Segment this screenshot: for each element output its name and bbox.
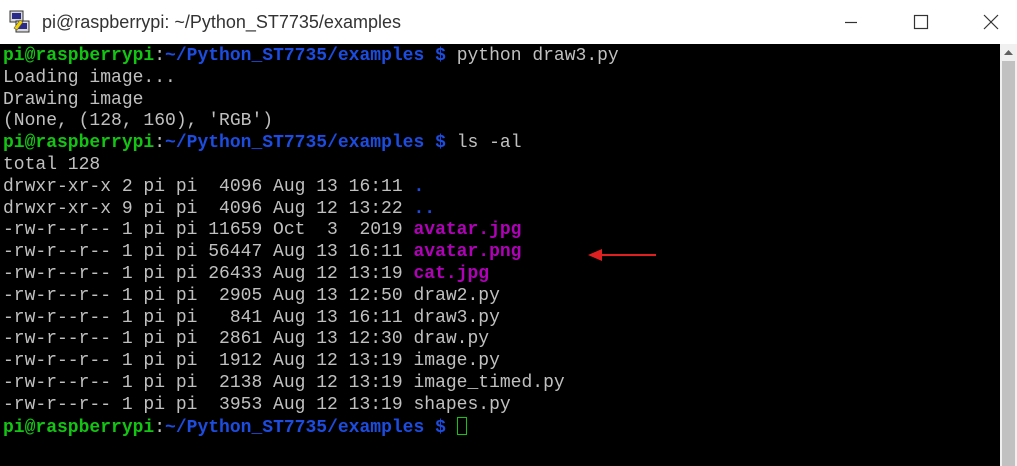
command-text: python draw3.py xyxy=(445,46,619,66)
prompt-colon: : xyxy=(154,46,166,66)
prompt-path: ~/Python_ST7735/examples $ xyxy=(165,46,446,66)
file-name: draw.py xyxy=(413,329,490,350)
prompt-path: ~/Python_ST7735/examples $ xyxy=(165,417,446,438)
file-name: image_timed.py xyxy=(413,372,565,393)
listing-row: -rw-r--r-- 1 pi pi 3953 Aug 12 13:19 sha… xyxy=(3,395,619,417)
output-line: (None, (128, 160), 'RGB') xyxy=(3,111,274,132)
file-meta: -rw-r--r-- 1 pi pi 2861 Aug 13 12:30 xyxy=(3,329,414,350)
file-name: avatar.jpg xyxy=(413,220,522,241)
scrollbar-thumb[interactable] xyxy=(1002,61,1015,466)
prompt-colon: : xyxy=(154,133,166,154)
prompt-line: pi@raspberrypi:~/Python_ST7735/examples … xyxy=(3,46,619,68)
file-name: draw3.py xyxy=(413,307,500,328)
file-meta: -rw-r--r-- 1 pi pi 2905 Aug 13 12:50 xyxy=(3,285,414,306)
file-name: image.py xyxy=(413,351,500,372)
file-meta: -rw-r--r-- 1 pi pi 3953 Aug 12 13:19 xyxy=(3,394,414,415)
maximize-icon xyxy=(913,14,929,30)
output-line: total 128 xyxy=(3,154,101,175)
window-title: pi@raspberrypi: ~/Python_ST7735/examples xyxy=(42,12,401,32)
file-meta: -rw-r--r-- 1 pi pi 841 Aug 13 16:11 xyxy=(3,307,414,328)
minimize-button[interactable] xyxy=(826,0,876,44)
prompt-path: ~/Python_ST7735/examples $ xyxy=(165,133,446,154)
file-name: shapes.py xyxy=(413,394,511,415)
prompt-line: pi@raspberrypi:~/Python_ST7735/examples … xyxy=(3,133,619,155)
prompt-colon: : xyxy=(154,417,166,438)
file-name: avatar.png xyxy=(413,242,522,263)
annotation-arrow-icon xyxy=(588,249,656,261)
title-bar: pi@raspberrypi: ~/Python_ST7735/examples xyxy=(0,0,1017,44)
output-line: Drawing image xyxy=(3,89,144,110)
close-button[interactable] xyxy=(966,0,1016,44)
listing-row: -rw-r--r-- 1 pi pi 26433 Aug 12 13:19 ca… xyxy=(3,264,619,286)
file-meta: -rw-r--r-- 1 pi pi 56447 Aug 13 16:11 xyxy=(3,242,414,263)
putty-icon[interactable] xyxy=(8,10,32,34)
file-name: draw2.py xyxy=(413,285,500,306)
listing-row: drwxr-xr-x 9 pi pi 4096 Aug 12 13:22 .. xyxy=(3,199,619,221)
listing-row: -rw-r--r-- 1 pi pi 56447 Aug 13 16:11 av… xyxy=(3,242,619,264)
file-meta: -rw-r--r-- 1 pi pi 1912 Aug 12 13:19 xyxy=(3,351,414,372)
terminal-area[interactable]: pi@raspberrypi:~/Python_ST7735/examples … xyxy=(0,44,1000,466)
listing-row: -rw-r--r-- 1 pi pi 2905 Aug 13 12:50 dra… xyxy=(3,286,619,308)
prompt-user: pi@raspberrypi xyxy=(3,133,155,154)
close-icon xyxy=(983,14,999,30)
maximize-button[interactable] xyxy=(896,0,946,44)
prompt-user: pi@raspberrypi xyxy=(3,417,155,438)
listing-row: -rw-r--r-- 1 pi pi 1912 Aug 12 13:19 ima… xyxy=(3,351,619,373)
file-name: .. xyxy=(413,198,436,219)
file-name: . xyxy=(413,176,425,197)
scroll-up-arrow-icon[interactable] xyxy=(1000,44,1017,61)
file-meta: -rw-r--r-- 1 pi pi 2138 Aug 12 13:19 xyxy=(3,372,414,393)
file-meta: drwxr-xr-x 2 pi pi 4096 Aug 13 16:11 xyxy=(3,176,414,197)
file-meta: drwxr-xr-x 9 pi pi 4096 Aug 12 13:22 xyxy=(3,198,414,219)
listing-row: -rw-r--r-- 1 pi pi 2861 Aug 13 12:30 dra… xyxy=(3,329,619,351)
prompt-line: pi@raspberrypi:~/Python_ST7735/examples … xyxy=(3,416,619,439)
listing-row: -rw-r--r-- 1 pi pi 2138 Aug 12 13:19 ima… xyxy=(3,373,619,395)
listing-row: drwxr-xr-x 2 pi pi 4096 Aug 13 16:11 . xyxy=(3,177,619,199)
output-line: Loading image... xyxy=(3,67,176,88)
file-meta: -rw-r--r-- 1 pi pi 11659 Oct 3 2019 xyxy=(3,220,414,241)
text-cursor xyxy=(456,416,467,435)
file-meta: -rw-r--r-- 1 pi pi 26433 Aug 12 13:19 xyxy=(3,263,414,284)
listing-row: -rw-r--r-- 1 pi pi 841 Aug 13 16:11 draw… xyxy=(3,308,619,330)
prompt-user: pi@raspberrypi xyxy=(3,46,155,66)
listing-row: -rw-r--r-- 1 pi pi 11659 Oct 3 2019 avat… xyxy=(3,220,619,242)
file-name: cat.jpg xyxy=(413,263,490,284)
command-text: ls -al xyxy=(445,133,522,154)
vertical-scrollbar[interactable] xyxy=(1000,44,1017,466)
